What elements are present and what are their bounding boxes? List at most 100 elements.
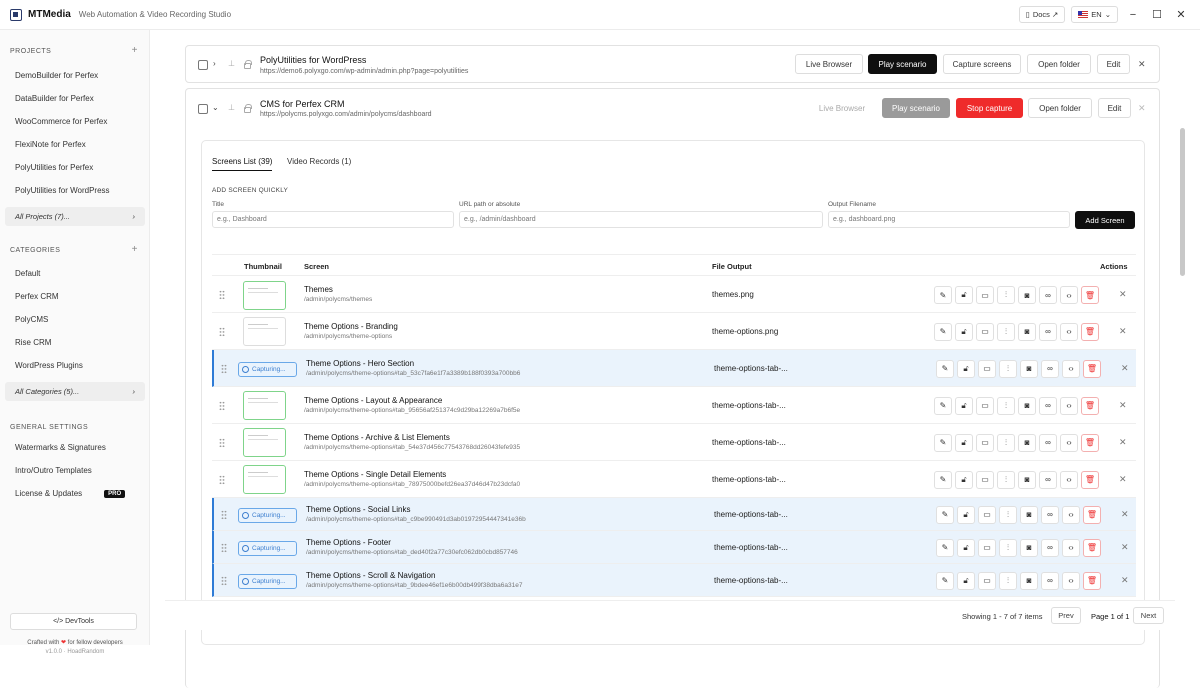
delete-icon[interactable]: 🗑︎ xyxy=(1081,322,1099,341)
remove-row-icon[interactable]: ✕ xyxy=(1121,542,1129,553)
link-icon[interactable]: ∞ xyxy=(1041,505,1059,524)
table-row[interactable]: Theme Options - Layout & Appearance/admi… xyxy=(212,387,1136,424)
code-icon[interactable]: ‹› xyxy=(1060,470,1078,489)
drag-handle-icon[interactable] xyxy=(219,437,225,448)
delete-icon[interactable]: 🗑︎ xyxy=(1083,538,1101,557)
lock-icon[interactable]: 🔓︎ xyxy=(957,538,975,557)
camera-icon[interactable]: ◙ xyxy=(1018,286,1036,304)
scrollbar[interactable] xyxy=(1180,128,1185,276)
lock-icon[interactable]: 🔓︎ xyxy=(955,470,973,489)
drag-handle-icon[interactable] xyxy=(219,474,225,485)
sidebar-project-item[interactable]: PolyUtilities for Perfex xyxy=(15,163,93,172)
lock-icon[interactable]: 🔓︎ xyxy=(957,571,975,590)
pin-icon[interactable]: ⊥ xyxy=(228,103,235,112)
lock-icon[interactable]: 🔓︎ xyxy=(955,433,973,452)
edit-icon[interactable]: ✎ xyxy=(934,433,952,452)
tab-screens-list[interactable]: Screens List (39) xyxy=(212,157,273,171)
delete-icon[interactable]: 🗑︎ xyxy=(1083,505,1101,524)
delete-icon[interactable]: 🗑︎ xyxy=(1081,433,1099,452)
remove-row-icon[interactable]: ✕ xyxy=(1119,474,1127,485)
remove-row-icon[interactable]: ✕ xyxy=(1119,437,1127,448)
drag-handle-icon[interactable] xyxy=(219,290,225,300)
lock-icon[interactable]: 🔓︎ xyxy=(957,359,975,378)
capture-screens-button[interactable]: Capture screens xyxy=(943,54,1021,74)
remove-row-icon[interactable]: ✕ xyxy=(1121,575,1129,586)
maximize-button[interactable]: ☐ xyxy=(1148,8,1166,21)
edit-icon[interactable]: ✎ xyxy=(934,470,952,489)
tab-video-records[interactable]: Video Records (1) xyxy=(287,157,351,166)
sidebar-project-item[interactable]: PolyUtilities for WordPress xyxy=(15,186,110,195)
edit-icon[interactable]: ✎ xyxy=(934,396,952,415)
link-icon[interactable]: ∞ xyxy=(1039,470,1057,489)
edit-button[interactable]: Edit xyxy=(1097,54,1130,74)
open-folder-button[interactable]: Open folder xyxy=(1027,54,1091,74)
table-row[interactable]: Theme Options - Branding/admin/polycms/t… xyxy=(212,313,1136,350)
camera-icon[interactable]: ◙ xyxy=(1018,470,1036,489)
close-icon[interactable]: ✕ xyxy=(1138,59,1146,70)
lock-icon[interactable] xyxy=(244,104,252,113)
code-icon[interactable]: ‹› xyxy=(1060,396,1078,415)
edit-icon[interactable]: ✎ xyxy=(934,286,952,304)
edit-icon[interactable]: ✎ xyxy=(936,571,954,590)
link-icon[interactable]: ∞ xyxy=(1039,286,1057,304)
comment-icon[interactable]: ▭ xyxy=(976,286,994,304)
code-icon[interactable]: ‹› xyxy=(1062,538,1080,557)
edit-icon[interactable]: ✎ xyxy=(936,538,954,557)
sidebar-project-item[interactable]: FlexiNote for Perfex xyxy=(15,140,86,149)
sidebar-category-item[interactable]: Default xyxy=(15,269,40,278)
link-icon[interactable]: ∞ xyxy=(1039,396,1057,415)
table-row[interactable]: Capturing... Theme Options - Social Links… xyxy=(212,498,1136,531)
delete-icon[interactable]: 🗑︎ xyxy=(1083,571,1101,590)
delete-icon[interactable]: 🗑︎ xyxy=(1083,359,1101,378)
edit-button[interactable]: Edit xyxy=(1098,98,1131,118)
sidebar-category-item[interactable]: WordPress Plugins xyxy=(15,361,83,370)
lock-icon[interactable]: 🔓︎ xyxy=(957,505,975,524)
table-row[interactable]: Capturing... Theme Options - Hero Section… xyxy=(212,350,1136,387)
code-icon[interactable]: ‹› xyxy=(1060,433,1078,452)
code-icon[interactable]: ‹› xyxy=(1062,571,1080,590)
comment-icon[interactable]: ▭ xyxy=(976,470,994,489)
live-browser-button[interactable]: Live Browser xyxy=(795,54,863,74)
live-browser-button[interactable]: Live Browser xyxy=(808,98,876,118)
url-input[interactable]: e.g., /admin/dashboard xyxy=(459,211,823,228)
drag-handle-icon[interactable] xyxy=(221,575,227,586)
add-category-icon[interactable]: + xyxy=(132,244,138,255)
code-icon[interactable]: ‹› xyxy=(1062,505,1080,524)
camera-icon[interactable]: ◙ xyxy=(1018,433,1036,452)
output-input[interactable]: e.g., dashboard.png xyxy=(828,211,1070,228)
prev-button[interactable]: Prev xyxy=(1051,607,1081,624)
project-checkbox[interactable] xyxy=(198,60,208,70)
play-scenario-button[interactable]: Play scenario xyxy=(868,54,937,74)
all-categories-link[interactable]: All Categories (5)... › xyxy=(5,382,145,401)
thumbnail-image[interactable] xyxy=(243,428,286,457)
chevron-right-icon[interactable]: › xyxy=(213,59,216,68)
sliders-icon[interactable]: ⫶ xyxy=(999,571,1017,590)
table-row[interactable]: Theme Options - Single Detail Elements/a… xyxy=(212,461,1136,498)
drag-handle-icon[interactable] xyxy=(219,400,225,411)
remove-row-icon[interactable]: ✕ xyxy=(1119,400,1127,411)
close-window-button[interactable]: ✕ xyxy=(1172,8,1190,21)
remove-row-icon[interactable]: ✕ xyxy=(1121,363,1129,374)
table-row[interactable]: Capturing... Theme Options - Footer/admin… xyxy=(212,531,1136,564)
remove-row-icon[interactable]: ✕ xyxy=(1121,509,1129,520)
thumbnail-image[interactable] xyxy=(243,465,286,494)
sliders-icon[interactable]: ⫶ xyxy=(997,396,1015,415)
sidebar-category-item[interactable]: Perfex CRM xyxy=(15,292,59,301)
sidebar-project-item[interactable]: DataBuilder for Perfex xyxy=(15,94,94,103)
comment-icon[interactable]: ▭ xyxy=(976,396,994,415)
drag-handle-icon[interactable] xyxy=(221,509,227,520)
edit-icon[interactable]: ✎ xyxy=(934,322,952,341)
sidebar-settings-watermarks[interactable]: Watermarks & Signatures xyxy=(15,443,106,452)
lock-icon[interactable]: 🔓︎ xyxy=(955,396,973,415)
project-checkbox[interactable] xyxy=(198,104,208,114)
link-icon[interactable]: ∞ xyxy=(1041,571,1059,590)
delete-icon[interactable]: 🗑︎ xyxy=(1081,470,1099,489)
sliders-icon[interactable]: ⫶ xyxy=(999,538,1017,557)
drag-handle-icon[interactable] xyxy=(221,363,227,374)
code-icon[interactable]: ‹› xyxy=(1060,286,1078,304)
link-icon[interactable]: ∞ xyxy=(1041,538,1059,557)
play-scenario-button[interactable]: Play scenario xyxy=(882,98,950,118)
comment-icon[interactable]: ▭ xyxy=(978,359,996,378)
open-folder-button[interactable]: Open folder xyxy=(1028,98,1092,118)
sliders-icon[interactable]: ⫶ xyxy=(997,470,1015,489)
